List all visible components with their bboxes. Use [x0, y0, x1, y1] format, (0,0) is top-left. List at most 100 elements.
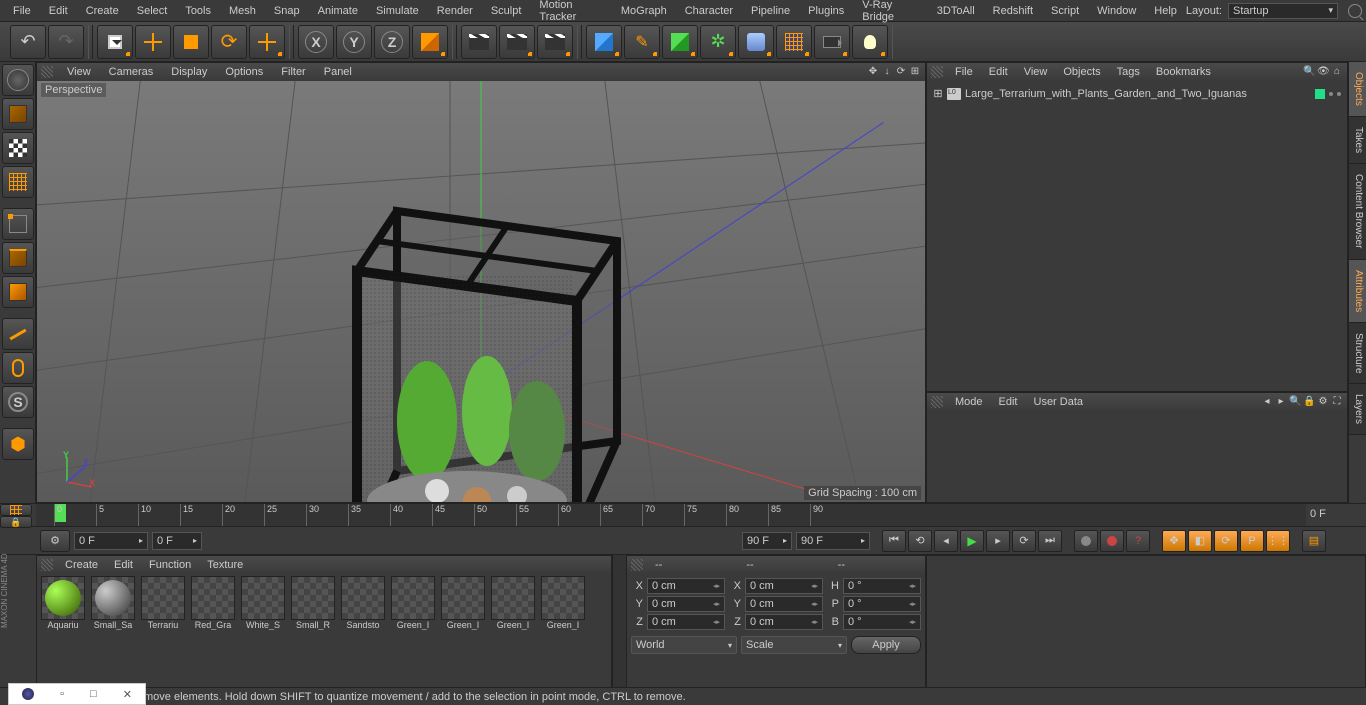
- frame-current-field[interactable]: 0 F: [152, 532, 202, 550]
- dot-tag-icon[interactable]: [1329, 92, 1333, 96]
- panel-handle-icon[interactable]: [41, 559, 53, 571]
- menu-render[interactable]: Render: [428, 1, 482, 21]
- attr-menu-mode[interactable]: Mode: [947, 394, 991, 410]
- coord-field[interactable]: 0 cm: [745, 614, 823, 630]
- autokey-button[interactable]: [1100, 530, 1124, 552]
- viewport-3d-area[interactable]: Perspective: [37, 81, 925, 502]
- apply-button[interactable]: Apply: [851, 636, 921, 654]
- search-icon[interactable]: [1348, 4, 1362, 18]
- menu-character[interactable]: Character: [676, 1, 742, 21]
- mat-menu-create[interactable]: Create: [57, 557, 106, 573]
- nav-fwd-icon[interactable]: ▸: [1275, 396, 1287, 408]
- menu-mograph[interactable]: MoGraph: [612, 1, 676, 21]
- tab-objects[interactable]: Objects: [1349, 62, 1366, 117]
- film-button[interactable]: ▤: [1302, 530, 1326, 552]
- coord-field[interactable]: 0 cm: [647, 614, 725, 630]
- os-taskbar-item[interactable]: ▫ □ ✕: [8, 683, 146, 705]
- point-mode-button[interactable]: [2, 208, 34, 240]
- vp-menu-options[interactable]: Options: [217, 64, 271, 80]
- material-item[interactable]: White_S: [239, 576, 287, 702]
- material-item[interactable]: Green_I: [389, 576, 437, 702]
- menu-file[interactable]: File: [4, 1, 40, 21]
- tab-structure[interactable]: Structure: [1349, 323, 1366, 385]
- menu-window[interactable]: Window: [1088, 1, 1145, 21]
- light-button[interactable]: [852, 25, 888, 59]
- attr-menu-edit[interactable]: Edit: [991, 394, 1026, 410]
- coord-field[interactable]: 0 cm: [647, 596, 725, 612]
- panel-handle-icon[interactable]: [41, 66, 53, 78]
- obj-menu-tags[interactable]: Tags: [1109, 64, 1148, 80]
- help-button[interactable]: ?: [1126, 530, 1150, 552]
- lock-icon[interactable]: 🔒: [1303, 396, 1315, 408]
- eye-icon[interactable]: 👁: [1317, 66, 1329, 78]
- menu-simulate[interactable]: Simulate: [367, 1, 428, 21]
- panel-handle-icon[interactable]: [931, 396, 943, 408]
- vp-nav-icon[interactable]: ↓: [881, 66, 893, 78]
- polygon-mode-button[interactable]: [2, 276, 34, 308]
- menu-plugins[interactable]: Plugins: [799, 1, 853, 21]
- nav-back-icon[interactable]: ◂: [1261, 396, 1273, 408]
- timeline-track[interactable]: 051015202530354045505560657075808590: [36, 504, 1306, 526]
- gear-icon[interactable]: ⚙: [1317, 396, 1329, 408]
- vp-menu-filter[interactable]: Filter: [273, 64, 313, 80]
- goto-start-button[interactable]: ⏮: [882, 530, 906, 552]
- vp-menu-view[interactable]: View: [59, 64, 99, 80]
- next-frame-button[interactable]: ▸: [986, 530, 1010, 552]
- material-item[interactable]: Red_Gra: [189, 576, 237, 702]
- prev-frame-button[interactable]: ◂: [934, 530, 958, 552]
- layout-dropdown[interactable]: Startup: [1228, 3, 1338, 19]
- panel-handle-icon[interactable]: [631, 559, 643, 571]
- menu-edit[interactable]: Edit: [40, 1, 77, 21]
- next-key-button[interactable]: ⟳: [1012, 530, 1036, 552]
- vp-menu-display[interactable]: Display: [163, 64, 215, 80]
- vp-menu-panel[interactable]: Panel: [316, 64, 360, 80]
- menu-pipeline[interactable]: Pipeline: [742, 1, 799, 21]
- environment-button[interactable]: [738, 25, 774, 59]
- workplane-button[interactable]: [2, 166, 34, 198]
- key-param-button[interactable]: P: [1240, 530, 1264, 552]
- mat-menu-function[interactable]: Function: [141, 557, 199, 573]
- axis-mode-button[interactable]: [2, 318, 34, 350]
- coord-field[interactable]: 0 cm: [647, 578, 725, 594]
- x-axis-button[interactable]: X: [298, 25, 334, 59]
- edge-mode-button[interactable]: [2, 242, 34, 274]
- deformer-button[interactable]: ✲: [700, 25, 736, 59]
- expand-icon[interactable]: ⊞: [933, 87, 943, 100]
- material-scrollbar[interactable]: [612, 555, 626, 705]
- scale-tool-button[interactable]: [173, 25, 209, 59]
- menu-vray-bridge[interactable]: V-Ray Bridge: [853, 0, 928, 27]
- z-axis-button[interactable]: Z: [374, 25, 410, 59]
- floor-button[interactable]: [776, 25, 812, 59]
- dot-tag-icon[interactable]: [1337, 92, 1341, 96]
- tab-attributes[interactable]: Attributes: [1349, 260, 1366, 323]
- coord-field[interactable]: 0 °: [843, 578, 921, 594]
- menu-redshift[interactable]: Redshift: [984, 1, 1042, 21]
- maximize-icon[interactable]: ⛶: [1331, 396, 1343, 408]
- coord-mode-dropdown[interactable]: Scale: [741, 636, 847, 654]
- make-editable-button[interactable]: [2, 64, 34, 96]
- obj-menu-objects[interactable]: Objects: [1055, 64, 1108, 80]
- obj-menu-file[interactable]: File: [947, 64, 981, 80]
- object-tree[interactable]: ⊞ Large_Terrarium_with_Plants_Garden_and…: [927, 81, 1347, 106]
- vp-nav-icon[interactable]: ⊞: [909, 66, 921, 78]
- record-button[interactable]: [1074, 530, 1098, 552]
- menu-script[interactable]: Script: [1042, 1, 1088, 21]
- key-scale-button[interactable]: ◧: [1188, 530, 1212, 552]
- render-picture-button[interactable]: [499, 25, 535, 59]
- menu-motion-tracker[interactable]: Motion Tracker: [530, 0, 611, 27]
- menu-snap[interactable]: Snap: [265, 1, 309, 21]
- key-rot-button[interactable]: ⟳: [1214, 530, 1238, 552]
- undo-button[interactable]: [10, 25, 46, 59]
- menu-create[interactable]: Create: [77, 1, 128, 21]
- coord-field[interactable]: 0 °: [843, 614, 921, 630]
- prev-key-button[interactable]: ⟲: [908, 530, 932, 552]
- material-item[interactable]: Green_I: [439, 576, 487, 702]
- attr-menu-userdata[interactable]: User Data: [1026, 394, 1092, 410]
- model-mode-button[interactable]: [2, 98, 34, 130]
- vp-nav-icon[interactable]: ✥: [867, 66, 879, 78]
- material-item[interactable]: Green_I: [539, 576, 587, 702]
- material-item[interactable]: Small_R: [289, 576, 337, 702]
- coord-field[interactable]: 0 °: [843, 596, 921, 612]
- material-item[interactable]: Green_I: [489, 576, 537, 702]
- key-pos-button[interactable]: ✥: [1162, 530, 1186, 552]
